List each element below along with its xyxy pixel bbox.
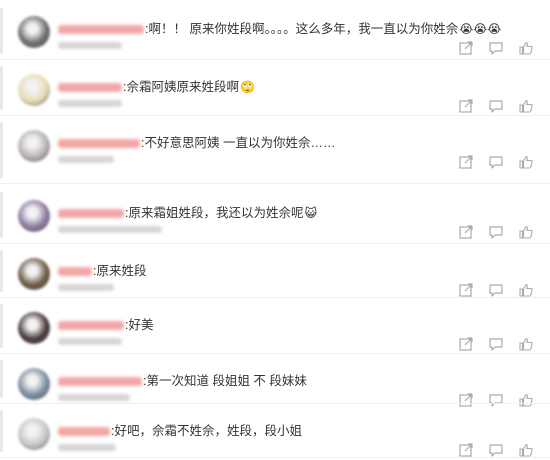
avatar[interactable]: [18, 368, 50, 400]
comment-icon[interactable]: [488, 336, 504, 352]
divider: [0, 59, 550, 60]
divider: [0, 457, 550, 458]
comment-meta: [58, 284, 114, 291]
comment-item: ████████:好吧，佘霜不姓佘，姓段，段小姐: [0, 406, 550, 458]
comment-actions: [458, 336, 534, 352]
emoji: 🙄: [240, 80, 255, 94]
username[interactable]: ████████: [58, 377, 142, 387]
comment-text: 佘霜阿姨原来姓段啊: [126, 80, 239, 94]
share-icon[interactable]: [458, 154, 474, 170]
username[interactable]: ████████: [58, 83, 122, 93]
left-accent-bar: [0, 66, 3, 110]
comment-line: ████████:佘霜阿姨原来姓段啊🙄: [58, 76, 255, 95]
comment-line: ████████:啊！！ 原来你姓段啊。。。。这么多年，我一直以为你姓佘😭😭😭: [58, 18, 501, 37]
comment-meta: [58, 444, 116, 451]
username[interactable]: ████████: [58, 267, 92, 277]
avatar[interactable]: [18, 418, 50, 450]
like-icon[interactable]: [518, 98, 534, 114]
comment-icon[interactable]: [488, 98, 504, 114]
avatar[interactable]: [18, 74, 50, 106]
comment-item: ████████:原来姓段: [0, 246, 550, 298]
comment-actions: [458, 282, 534, 298]
comment-actions: [458, 224, 534, 240]
like-icon[interactable]: [518, 282, 534, 298]
comment-actions: [458, 98, 534, 114]
comment-line: ████████:好吧，佘霜不姓佘，姓段，段小姐: [58, 420, 303, 439]
username[interactable]: ████████: [58, 209, 124, 219]
comment-icon[interactable]: [488, 224, 504, 240]
emoji: 😭😭😭: [459, 22, 502, 36]
left-accent-bar: [0, 410, 3, 452]
share-icon[interactable]: [458, 224, 474, 240]
comment-item: ████████:原来霜姐姓段，我还以为姓佘呢😺: [0, 188, 550, 244]
comment-text: 原来姓段: [96, 264, 147, 278]
divider: [0, 297, 550, 298]
avatar[interactable]: [18, 16, 50, 48]
comment-list: ████████:啊！！ 原来你姓段啊。。。。这么多年，我一直以为你姓佘😭😭😭 …: [0, 0, 550, 460]
comment-text: 啊！！ 原来你姓段啊。。。。这么多年，我一直以为你姓佘: [148, 22, 459, 36]
username[interactable]: ████████: [58, 321, 124, 331]
divider: [0, 115, 550, 116]
comment-text: 好吧，佘霜不姓佘，姓段，段小姐: [114, 424, 302, 438]
comment-icon[interactable]: [488, 442, 504, 458]
comment-line: ████████:原来姓段: [58, 260, 148, 279]
like-icon[interactable]: [518, 336, 534, 352]
left-accent-bar: [0, 122, 3, 178]
like-icon[interactable]: [518, 442, 534, 458]
avatar[interactable]: [18, 258, 50, 290]
left-accent-bar: [0, 304, 3, 348]
comment-meta: [58, 42, 122, 49]
like-icon[interactable]: [518, 40, 534, 56]
comment-line: ████████:原来霜姐姓段，我还以为姓佘呢😺: [58, 202, 317, 221]
share-icon[interactable]: [458, 442, 474, 458]
divider: [0, 183, 550, 184]
share-icon[interactable]: [458, 98, 474, 114]
avatar[interactable]: [18, 130, 50, 162]
comment-item: ████████:第一次知道 段姐姐 不 段妹妹: [0, 356, 550, 407]
comment-icon[interactable]: [488, 154, 504, 170]
share-icon[interactable]: [458, 282, 474, 298]
comment-meta: [58, 156, 114, 163]
comment-text: 第一次知道 段姐姐 不 段妹妹: [146, 374, 307, 388]
comment-actions: [458, 154, 534, 170]
left-accent-bar: [0, 360, 3, 398]
comment-line: ████████:第一次知道 段姐姐 不 段妹妹: [58, 370, 308, 389]
comment-item: ████████:啊！！ 原来你姓段啊。。。。这么多年，我一直以为你姓佘😭😭😭: [0, 4, 550, 60]
comment-meta: [58, 100, 122, 107]
comment-text: 不好意思阿姨 一直以为你姓佘……: [144, 136, 336, 150]
like-icon[interactable]: [518, 154, 534, 170]
left-accent-bar: [0, 192, 3, 238]
avatar[interactable]: [18, 200, 50, 232]
divider: [0, 353, 550, 354]
comment-item: ████████:佘霜阿姨原来姓段啊🙄: [0, 62, 550, 116]
comment-item: ████████:不好意思阿姨 一直以为你姓佘……: [0, 118, 550, 184]
comment-icon[interactable]: [488, 40, 504, 56]
comment-line: ████████:不好意思阿姨 一直以为你姓佘……: [58, 132, 336, 151]
comment-meta: [58, 394, 130, 401]
comment-icon[interactable]: [488, 282, 504, 298]
like-icon[interactable]: [518, 224, 534, 240]
share-icon[interactable]: [458, 40, 474, 56]
comment-meta: [58, 338, 122, 345]
comment-actions: [458, 40, 534, 56]
left-accent-bar: [0, 8, 3, 54]
comment-text: 原来霜姐姓段，我还以为姓佘呢: [128, 206, 304, 220]
divider: [0, 243, 550, 244]
left-accent-bar: [0, 250, 3, 292]
emoji: 😺: [304, 206, 318, 220]
username[interactable]: ████████: [58, 427, 110, 437]
comment-line: ████████:好美: [58, 314, 155, 333]
username[interactable]: ████████: [58, 25, 144, 35]
comment-actions: [458, 442, 534, 458]
comment-meta: [58, 226, 162, 233]
comment-text: 好美: [128, 318, 154, 332]
share-icon[interactable]: [458, 336, 474, 352]
avatar[interactable]: [18, 312, 50, 344]
comment-item: ████████:好美: [0, 300, 550, 354]
username[interactable]: ████████: [58, 139, 140, 149]
divider: [0, 403, 550, 404]
